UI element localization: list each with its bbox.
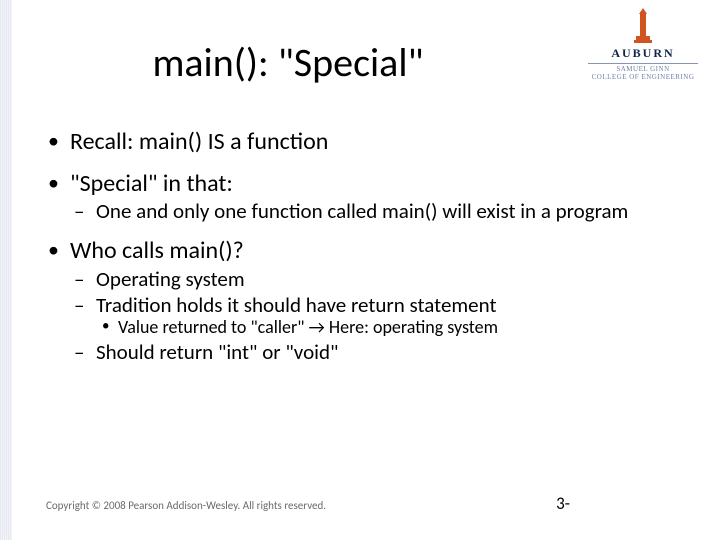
bullet-item: Recall: main() IS a function bbox=[46, 128, 680, 156]
subsubbullet-text: Value returned to "caller" → Here: opera… bbox=[118, 316, 498, 338]
subsubbullet-item: Value returned to "caller" → Here: opera… bbox=[96, 317, 680, 338]
subbullet-text: One and only one function called main() … bbox=[96, 198, 628, 224]
logo-name: AUBURN bbox=[588, 46, 698, 61]
subbullet-text: Tradition holds it should have return st… bbox=[96, 292, 497, 318]
logo-divider bbox=[588, 63, 698, 64]
subbullet-item: Operating system bbox=[70, 267, 680, 291]
bullet-item: "Special" in that: One and only one func… bbox=[46, 170, 680, 224]
subbullet-item: Tradition holds it should have return st… bbox=[70, 293, 680, 338]
bullet-text: Recall: main() IS a function bbox=[70, 127, 328, 156]
bullet-item: Who calls main()? Operating system Tradi… bbox=[46, 237, 680, 364]
slide-number: 3- bbox=[556, 493, 570, 514]
subbullet-item: Should return "int" or "void" bbox=[70, 340, 680, 364]
slide-body: Recall: main() IS a function "Special" i… bbox=[46, 128, 680, 378]
bullet-text: "Special" in that: bbox=[70, 169, 233, 198]
subbullet-text: Operating system bbox=[96, 266, 245, 292]
logo-subline2: COLLEGE OF ENGINEERING bbox=[588, 74, 698, 82]
slide-title: main(): "Special" bbox=[0, 38, 576, 87]
subbullet-text: Should return "int" or "void" bbox=[96, 339, 338, 365]
bullet-text: Who calls main()? bbox=[70, 236, 244, 265]
auburn-logo: AUBURN SAMUEL GINN COLLEGE OF ENGINEERIN… bbox=[588, 8, 698, 81]
copyright: Copyright © 2008 Pearson Addison-Wesley.… bbox=[46, 499, 326, 512]
tower-icon bbox=[588, 8, 698, 44]
subbullet-item: One and only one function called main() … bbox=[70, 199, 680, 223]
